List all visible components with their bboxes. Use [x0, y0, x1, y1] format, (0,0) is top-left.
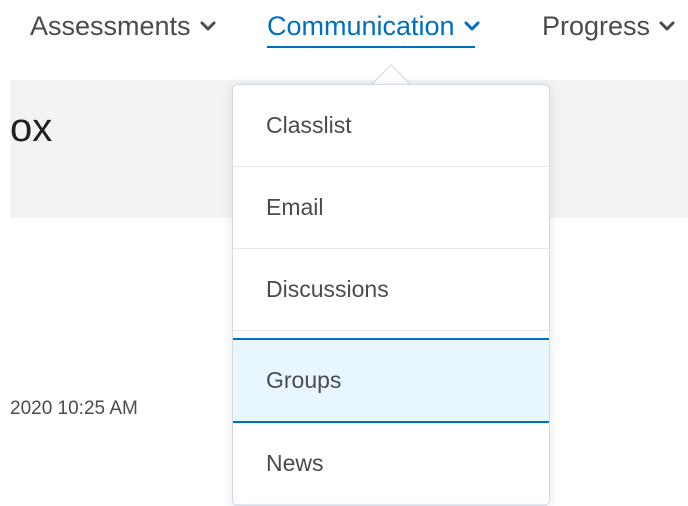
nav-item-assessments[interactable]: Assessments: [30, 8, 216, 44]
menu-item-label: Classlist: [266, 112, 352, 138]
chevron-down-icon: [659, 20, 675, 32]
chevron-down-icon: [464, 20, 480, 32]
menu-item-label: Groups: [266, 367, 342, 393]
nav-item-progress[interactable]: Progress: [542, 8, 675, 44]
menu-item-classlist[interactable]: Classlist: [233, 85, 549, 167]
dropdown-caret: [370, 64, 412, 87]
course-navbar: Assessments Communication Progress: [0, 0, 688, 64]
menu-item-label: Discussions: [266, 276, 389, 302]
nav-item-label: Communication: [267, 10, 455, 41]
menu-item-label: News: [266, 450, 324, 476]
active-nav-underline: [267, 46, 475, 48]
menu-item-email[interactable]: Email: [233, 167, 549, 249]
nav-item-label: Assessments: [30, 10, 191, 41]
page-title: ox: [10, 106, 53, 150]
communication-dropdown-menu: Classlist Email Discussions Groups News: [232, 84, 550, 506]
nav-item-communication[interactable]: Communication: [267, 8, 480, 44]
menu-item-discussions[interactable]: Discussions: [233, 249, 549, 331]
menu-item-groups[interactable]: Groups: [233, 338, 549, 423]
nav-item-label: Progress: [542, 10, 651, 41]
menu-item-label: Email: [266, 194, 324, 220]
menu-item-news[interactable]: News: [233, 423, 549, 505]
chevron-down-icon: [200, 20, 216, 32]
timestamp-text: 2020 10:25 AM: [10, 398, 138, 419]
